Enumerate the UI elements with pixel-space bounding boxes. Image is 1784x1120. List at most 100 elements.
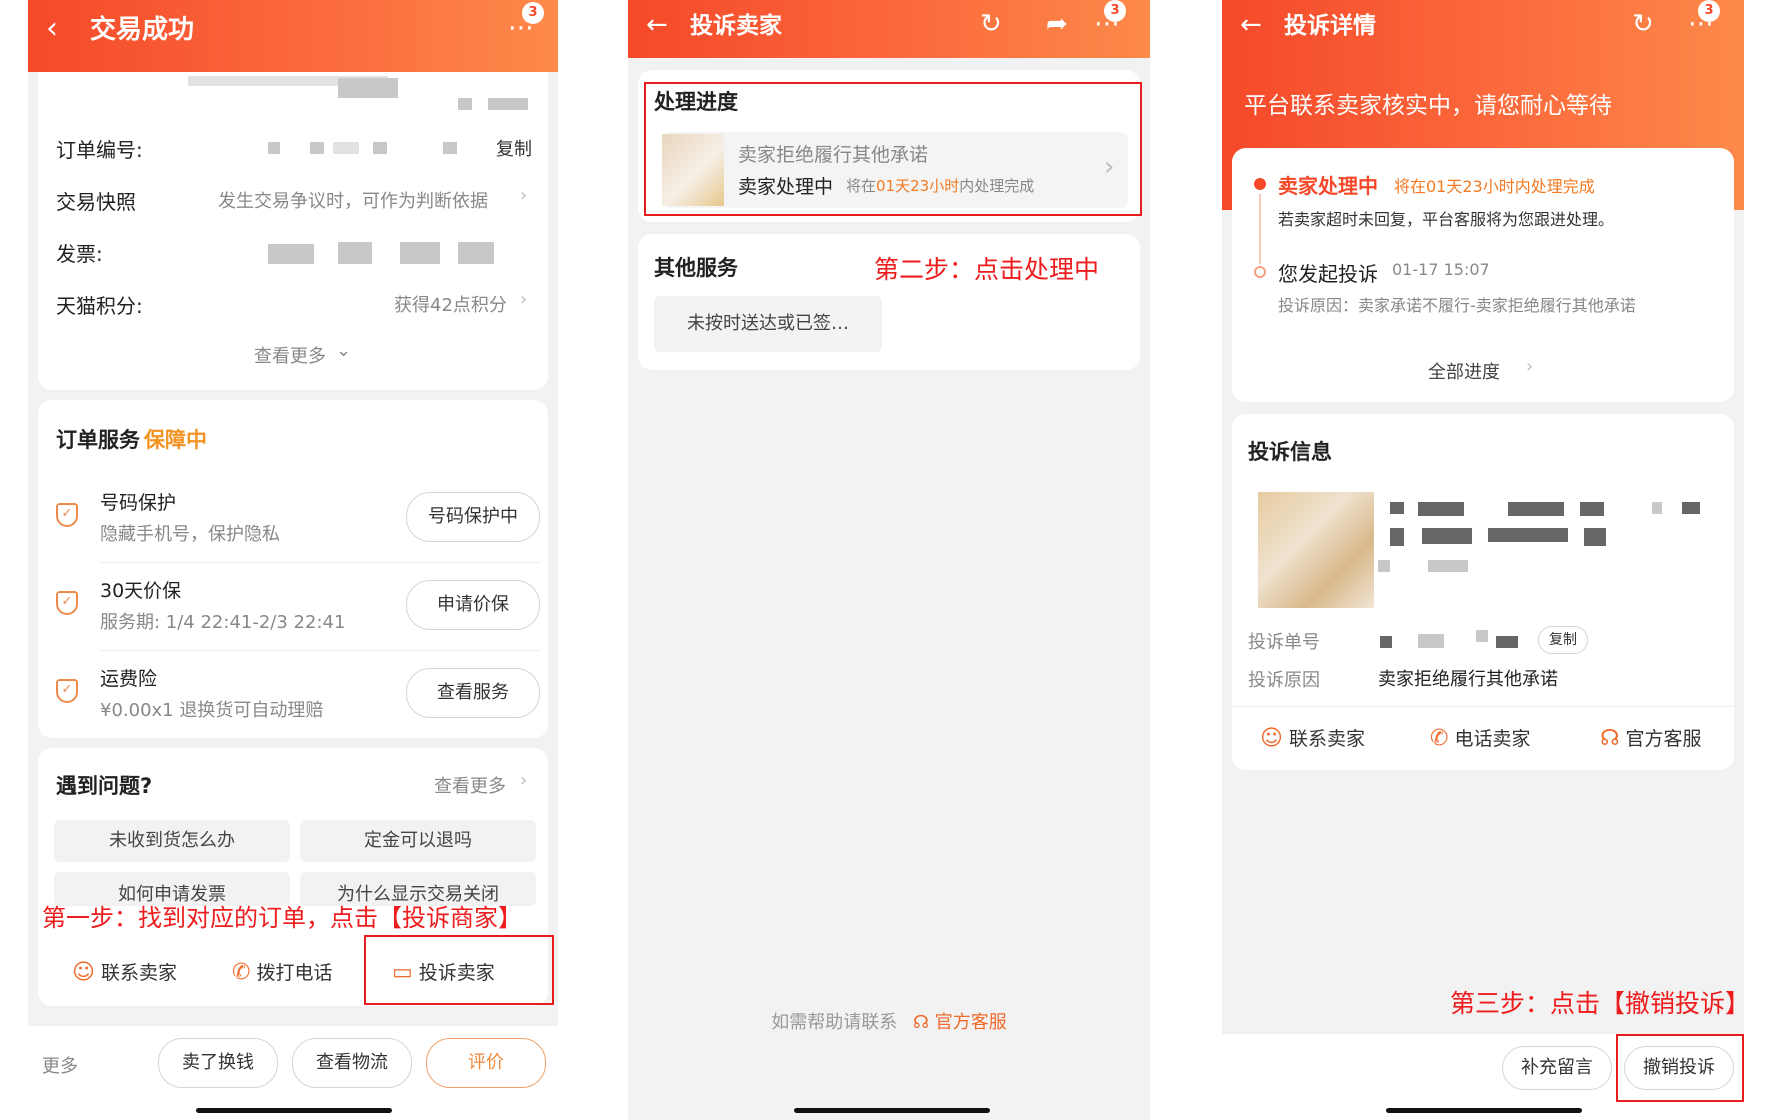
- status-title: 卖家处理中: [1278, 174, 1378, 198]
- notification-badge: 3: [1698, 0, 1720, 22]
- page-title: 投诉详情: [1284, 13, 1376, 39]
- status-dot: [1254, 178, 1266, 190]
- reason-label: 投诉原因: [1248, 670, 1320, 691]
- service-name: 30天价保: [100, 580, 182, 602]
- home-indicator: [1386, 1108, 1582, 1113]
- share-icon[interactable]: ➦: [1046, 6, 1068, 42]
- event-dot: [1254, 266, 1266, 278]
- other-title: 其他服务: [654, 256, 738, 280]
- complaint-seller-screen: ← 投诉卖家 ↻ ➦ ⋯ 3 处理进度 卖家拒绝履行其他承诺 卖家处理中 将在0…: [628, 0, 1150, 1120]
- shield-icon: ✓: [56, 591, 78, 615]
- page-title: 投诉卖家: [690, 13, 782, 39]
- progress-card: 卖家处理中 将在01天23小时内处理完成 若卖家超时未回复，平台客服将为您跟进处…: [1232, 148, 1734, 402]
- official-service-link[interactable]: 官方客服: [935, 1012, 1007, 1033]
- call-button[interactable]: ✆ 拨打电话: [232, 958, 332, 985]
- smile-icon: ☺: [72, 960, 95, 985]
- points-label: 天猫积分:: [56, 294, 143, 318]
- chevron-right-icon: ›: [520, 770, 528, 791]
- points-value[interactable]: 获得42点积分: [394, 291, 507, 317]
- help-text: 如需帮助请联系: [771, 1012, 898, 1033]
- resell-button[interactable]: 卖了换钱: [158, 1038, 278, 1088]
- number-protect-button[interactable]: 号码保护中: [406, 492, 540, 542]
- back-arrow-icon[interactable]: ←: [1240, 10, 1262, 40]
- step-two-note: 第二步：点击处理中: [874, 255, 1100, 284]
- complaint-no-label: 投诉单号: [1248, 632, 1320, 653]
- more-link[interactable]: 更多: [42, 1052, 78, 1078]
- view-logistics-button[interactable]: 查看物流: [292, 1038, 412, 1088]
- chevron-right-icon: ›: [520, 185, 528, 206]
- status-desc: 若卖家超时未回复，平台客服将为您跟进处理。: [1278, 210, 1615, 229]
- service-desc: 服务期: 1/4 22:41-2/3 22:41: [100, 612, 346, 633]
- shield-icon: ✓: [56, 503, 78, 527]
- order-no-label: 订单编号:: [56, 138, 143, 162]
- shield-icon: ✓: [56, 679, 78, 703]
- home-indicator: [196, 1108, 392, 1113]
- service-desc: ¥0.00x1 退换货可自动理赔: [100, 700, 324, 721]
- help-row: 如需帮助请联系 ☊ 官方客服: [628, 1008, 1150, 1034]
- top-bar: ‹ 交易成功 ⋯ 3: [28, 0, 558, 72]
- phone-icon: ✆: [1430, 726, 1449, 751]
- complaint-info-card: 投诉信息 投诉单号 复制 投诉原因 卖家拒绝履行其他承诺 ☺ 联系卖家 ✆ 电话卖家…: [1232, 414, 1734, 770]
- order-service-card: 订单服务 保障中 ✓ 号码保护 隐藏手机号，保护隐私 号码保护中 ✓ 30天价保…: [38, 400, 548, 738]
- page-title: 交易成功: [90, 15, 195, 45]
- view-service-button[interactable]: 查看服务: [406, 668, 540, 718]
- service-status: 保障中: [144, 428, 207, 452]
- service-name: 号码保护: [100, 492, 177, 514]
- chevron-down-icon: ⌄: [336, 340, 352, 361]
- snapshot-label: 交易快照: [56, 190, 136, 214]
- add-message-button[interactable]: 补充留言: [1502, 1046, 1612, 1090]
- product-thumbnail: [1258, 492, 1374, 608]
- faq-chip[interactable]: 未收到货怎么办: [54, 820, 290, 862]
- highlight-box: [364, 935, 554, 1005]
- chevron-right-icon: ›: [1526, 356, 1534, 377]
- copy-order-no-button[interactable]: 复制: [496, 135, 532, 161]
- chevron-right-icon: ›: [520, 289, 528, 310]
- price-protect-button[interactable]: 申请价保: [406, 580, 540, 630]
- top-bar: ← 投诉卖家 ↻ ➦ ⋯ 3: [628, 0, 1150, 58]
- service-title: 订单服务: [56, 428, 140, 452]
- back-icon[interactable]: ‹: [46, 14, 58, 44]
- snapshot-value[interactable]: 发生交易争议时，可作为判断依据: [218, 187, 488, 213]
- event-time: 01-17 15:07: [1392, 260, 1490, 279]
- info-title: 投诉信息: [1248, 440, 1332, 464]
- problem-more-link[interactable]: 查看更多: [434, 772, 506, 798]
- highlight-box: [1616, 1034, 1744, 1102]
- problem-title: 遇到问题?: [56, 774, 153, 798]
- order-detail-screen: ‹ 交易成功 ⋯ 3 订单编号: 复制 交易快照 发生交易争议时，可作为判断依据…: [28, 0, 558, 1120]
- complaint-detail-screen: ← 投诉详情 ↻ ⋯ 3 平台联系卖家核实中，请您耐心等待 卖家处理中 将在01…: [1222, 0, 1744, 1120]
- review-button[interactable]: 评价: [426, 1038, 546, 1088]
- event-title: 您发起投诉: [1278, 262, 1378, 286]
- back-arrow-icon[interactable]: ←: [646, 10, 668, 40]
- refresh-icon[interactable]: ↻: [980, 6, 1002, 42]
- copy-complaint-no-button[interactable]: 复制: [1538, 626, 1588, 654]
- order-info-card: 订单编号: 复制 交易快照 发生交易争议时，可作为判断依据 › 发票: 天猫积分…: [38, 72, 548, 390]
- headset-icon: ☊: [913, 1012, 929, 1033]
- bottom-bar: 更多 卖了换钱 查看物流 评价: [28, 1026, 558, 1120]
- home-indicator: [794, 1108, 990, 1113]
- all-progress-link[interactable]: 全部进度: [1428, 358, 1500, 384]
- status-banner: 平台联系卖家核实中，请您耐心等待: [1244, 93, 1612, 119]
- other-service-card: 其他服务 第二步：点击处理中 未按时送达或已签…: [638, 234, 1140, 370]
- event-reason: 投诉原因：卖家承诺不履行-卖家拒绝履行其他承诺: [1278, 296, 1636, 315]
- notification-badge: 3: [1104, 0, 1126, 22]
- contact-seller-button[interactable]: ☺ 联系卖家: [1260, 724, 1365, 751]
- see-more-link[interactable]: 查看更多: [254, 342, 326, 368]
- service-name: 运费险: [100, 668, 158, 690]
- status-deadline: 将在01天23小时内处理完成: [1394, 177, 1595, 196]
- step-three-note: 第三步：点击【撤销投诉】: [1450, 989, 1744, 1018]
- refresh-icon[interactable]: ↻: [1632, 6, 1654, 42]
- official-service-button[interactable]: ☊ 官方客服: [1600, 724, 1702, 751]
- notification-badge: 3: [522, 2, 544, 24]
- smile-icon: ☺: [1260, 726, 1283, 751]
- faq-chip[interactable]: 定金可以退吗: [300, 820, 536, 862]
- step-one-note: 第一步：找到对应的订单，点击【投诉商家】: [42, 904, 522, 932]
- headset-icon: ☊: [1600, 726, 1620, 751]
- highlight-box: [644, 82, 1142, 216]
- phone-icon: ✆: [232, 960, 251, 985]
- reason-value: 卖家拒绝履行其他承诺: [1378, 669, 1558, 690]
- contact-seller-button[interactable]: ☺ 联系卖家: [72, 958, 177, 985]
- other-service-chip[interactable]: 未按时送达或已签…: [654, 296, 882, 352]
- invoice-label: 发票:: [56, 242, 103, 266]
- call-seller-button[interactable]: ✆ 电话卖家: [1430, 724, 1530, 751]
- service-desc: 隐藏手机号，保护隐私: [100, 524, 280, 545]
